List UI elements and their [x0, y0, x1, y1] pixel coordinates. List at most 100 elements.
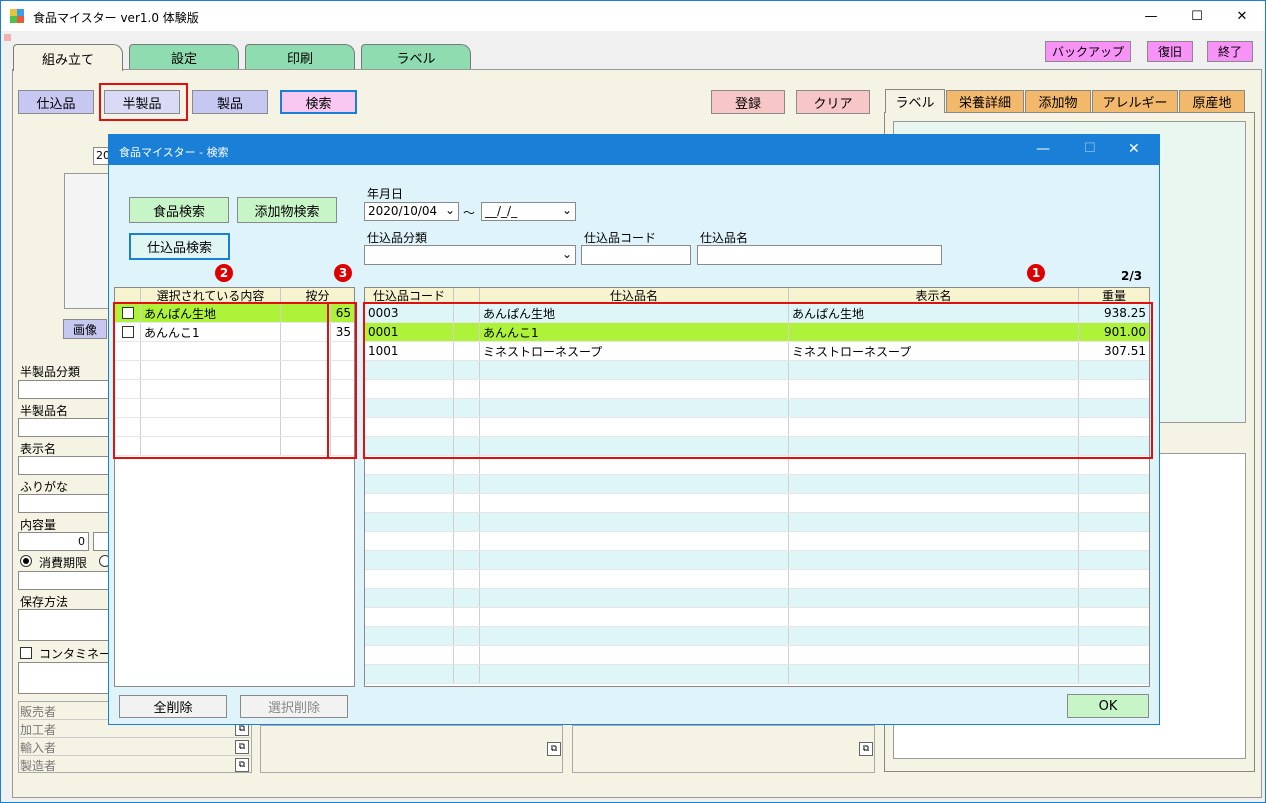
- table-row: [365, 570, 1149, 589]
- rtab-allergy[interactable]: アレルギー: [1092, 90, 1178, 112]
- tab-settings[interactable]: 設定: [129, 44, 239, 70]
- app-icon: [10, 9, 24, 23]
- expiry-label: 消費期限: [39, 556, 88, 570]
- date-to-select[interactable]: __/_/_ ⌄: [481, 202, 576, 221]
- divider: [18, 755, 252, 756]
- image-button[interactable]: 画像: [63, 319, 107, 339]
- category-select[interactable]: ⌄: [364, 245, 576, 265]
- delete-selected-button[interactable]: 選択削除: [240, 695, 348, 718]
- col-code: 仕込品コード: [365, 288, 454, 303]
- furigana-label: ふりがな: [20, 480, 69, 494]
- shikomi-button[interactable]: 仕込品: [18, 90, 94, 114]
- date-from-select[interactable]: 2020/10/04 ⌄: [364, 202, 459, 221]
- col-weight: 重量: [1101, 289, 1126, 303]
- furigana-field[interactable]: [18, 494, 110, 513]
- shikomi-search-button[interactable]: 仕込品検索: [129, 233, 230, 260]
- marker-3: 3: [334, 264, 352, 282]
- table-row: [365, 589, 1149, 608]
- marker-2: 2: [215, 264, 233, 282]
- minimize-button[interactable]: —: [1128, 1, 1174, 31]
- search-dialog: 食品マイスター - 検索 — ☐ ✕ 食品検索 添加物検索 仕込品検索 年月日 …: [108, 134, 1160, 725]
- seihin-button[interactable]: 製品: [192, 90, 268, 114]
- ok-button[interactable]: OK: [1067, 694, 1149, 718]
- marker-1: 1: [1027, 264, 1045, 282]
- tab-kumitate[interactable]: 組み立て: [13, 44, 123, 71]
- table-row: [365, 608, 1149, 627]
- maximize-button[interactable]: ☐: [1174, 1, 1220, 31]
- tab-label[interactable]: ラベル: [361, 44, 471, 70]
- processor-label: 加工者: [20, 723, 57, 737]
- date-label: 年月日: [367, 187, 404, 201]
- display-name-label: 表示名: [20, 442, 57, 456]
- copy-icon[interactable]: ⧉: [235, 758, 249, 772]
- table-row: [365, 475, 1149, 494]
- title-bar: 食品マイスター ver1.0 体験版 — ☐ ✕: [1, 1, 1265, 31]
- exit-button[interactable]: 終了: [1207, 41, 1253, 62]
- seller-label: 販売者: [20, 705, 57, 719]
- page-indicator: 2/3: [1121, 269, 1143, 283]
- date-from-value: 2020/10/04: [368, 204, 438, 218]
- rtab-origin[interactable]: 原産地: [1179, 90, 1245, 112]
- rtab-additive[interactable]: 添加物: [1025, 90, 1091, 112]
- copy-icon[interactable]: ⧉: [547, 742, 561, 756]
- display-name-field[interactable]: [18, 456, 110, 475]
- table-row: [365, 627, 1149, 646]
- chevron-down-icon: ⌄: [561, 203, 572, 217]
- col-ratio: 按分: [305, 289, 330, 303]
- tab-print[interactable]: 印刷: [245, 44, 355, 70]
- content-amount-label: 内容量: [20, 518, 57, 532]
- backup-button[interactable]: バックアップ: [1045, 41, 1131, 62]
- hanseihin-name-field[interactable]: [18, 418, 110, 437]
- chevron-down-icon: ⌄: [444, 203, 455, 217]
- hanseihin-button[interactable]: 半製品: [104, 90, 180, 114]
- date-to-value: __/_/_: [485, 204, 518, 218]
- importer-label: 輸入者: [20, 741, 57, 755]
- table-row: [365, 494, 1149, 513]
- code-label: 仕込品コード: [584, 231, 657, 245]
- contamination-field[interactable]: [18, 662, 110, 694]
- col-display: 表示名: [789, 288, 1079, 303]
- hanseihin-category-field[interactable]: [18, 380, 110, 399]
- manufacturer-label: 製造者: [20, 759, 57, 773]
- restore-button[interactable]: 復旧: [1147, 41, 1193, 62]
- copy-icon[interactable]: ⧉: [235, 740, 249, 754]
- company-detail-1: [260, 725, 563, 773]
- app-window: 食品マイスター ver1.0 体験版 — ☐ ✕ 組み立て 設定 印刷 ラベル …: [0, 0, 1266, 803]
- table-row: [365, 551, 1149, 570]
- clear-button[interactable]: クリア: [796, 90, 870, 114]
- col-selected-content: 選択されている内容: [141, 288, 281, 303]
- content-amount-field[interactable]: 0: [18, 532, 89, 551]
- search-button[interactable]: 検索: [280, 90, 357, 114]
- highlight-results: [363, 302, 1153, 459]
- table-row: [365, 665, 1149, 684]
- col-name: 仕込品名: [480, 288, 789, 303]
- storage-field[interactable]: [18, 609, 110, 641]
- dialog-maximize-button[interactable]: ☐: [1084, 141, 1096, 156]
- category-label: 仕込品分類: [367, 231, 428, 245]
- company-detail-2: [572, 725, 875, 773]
- window-title: 食品マイスター ver1.0 体験版: [33, 11, 199, 25]
- register-button[interactable]: 登録: [711, 90, 785, 114]
- highlight-ratio-column: [327, 302, 357, 459]
- expiry-field[interactable]: [18, 571, 110, 590]
- table-row: [365, 532, 1149, 551]
- dialog-minimize-button[interactable]: —: [1036, 141, 1050, 157]
- food-search-button[interactable]: 食品検索: [129, 197, 229, 223]
- close-button[interactable]: ✕: [1219, 1, 1265, 31]
- expiry-radio[interactable]: [20, 555, 32, 567]
- dialog-close-button[interactable]: ✕: [1128, 141, 1140, 157]
- contamination-checkbox[interactable]: [20, 647, 32, 659]
- divider: [18, 737, 252, 738]
- delete-all-button[interactable]: 全削除: [119, 695, 227, 718]
- rtab-nutrition[interactable]: 栄養詳細: [946, 90, 1024, 112]
- rtab-label[interactable]: ラベル: [885, 89, 945, 113]
- dialog-title-bar: 食品マイスター - 検索 — ☐ ✕: [109, 135, 1159, 165]
- additive-search-button[interactable]: 添加物検索: [237, 197, 337, 223]
- hanseihin-category-label: 半製品分類: [20, 365, 81, 379]
- storage-label: 保存方法: [20, 595, 69, 609]
- hanseihin-name-label: 半製品名: [20, 404, 69, 418]
- copy-icon[interactable]: ⧉: [859, 742, 873, 756]
- code-input[interactable]: [581, 245, 691, 265]
- table-row: [365, 646, 1149, 665]
- name-input[interactable]: [697, 245, 942, 265]
